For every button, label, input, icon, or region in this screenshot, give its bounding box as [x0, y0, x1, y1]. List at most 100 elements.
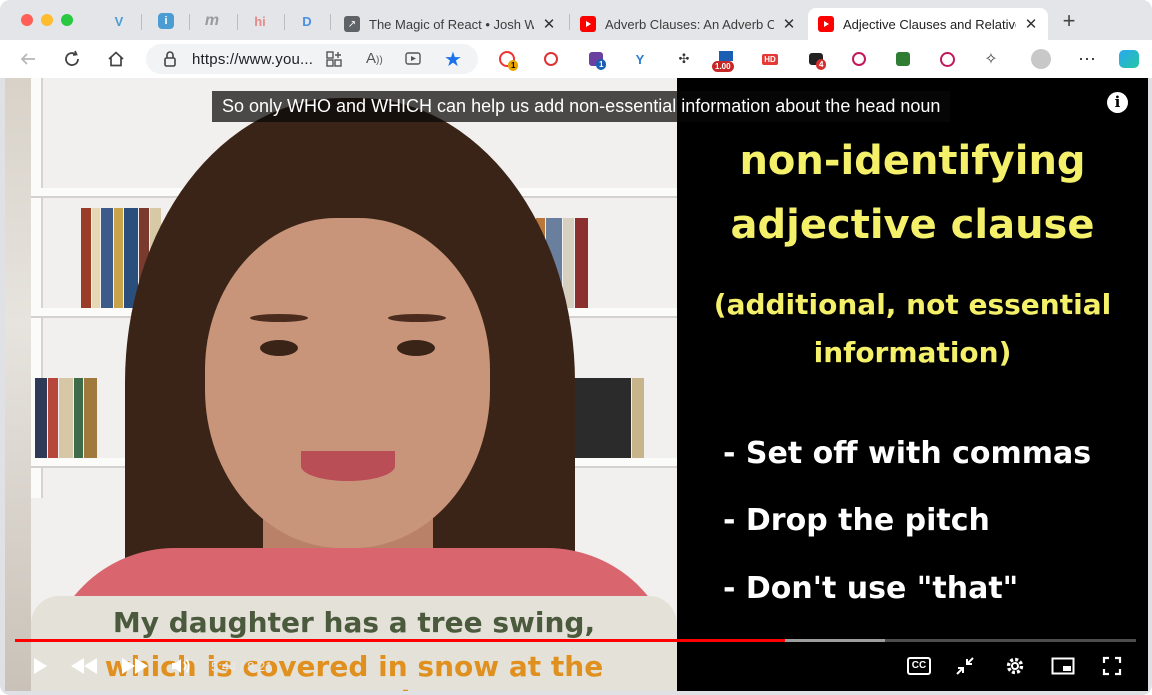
menu-button[interactable]: ⋯: [1077, 49, 1097, 69]
progress-played: [15, 639, 786, 642]
extension-button-1[interactable]: 1: [497, 49, 519, 71]
hd-icon: HD: [762, 53, 778, 65]
reload-button[interactable]: [61, 48, 83, 70]
extension-badge: 4: [816, 59, 827, 70]
close-window-button[interactable]: [21, 14, 33, 26]
info-icon: i: [158, 13, 174, 29]
extension-button-9[interactable]: [893, 49, 913, 69]
burned-subtitle-line1: My daughter has a tree swing,: [112, 606, 596, 639]
slide-bullet: - Drop the pitch: [723, 503, 990, 538]
close-icon[interactable]: ✕: [542, 15, 556, 33]
miniplayer-icon: [1051, 657, 1075, 675]
back-arrow-icon: [20, 53, 35, 65]
maximize-window-button[interactable]: [61, 14, 73, 26]
pinned-tab-info[interactable]: i: [157, 12, 175, 30]
closed-caption: So only WHO and WHICH can help us add no…: [212, 91, 951, 122]
speed-icon: [719, 51, 733, 61]
hi-icon: hi: [254, 13, 266, 29]
tab-separator: [237, 14, 238, 30]
speed-extension-button[interactable]: 1.00: [712, 49, 736, 72]
slide-bullet: - Set off with commas: [723, 436, 1092, 471]
miniplayer-button[interactable]: [1050, 654, 1076, 678]
person-eye: [397, 340, 435, 356]
rewind-icon: [71, 658, 97, 674]
new-tab-button[interactable]: +: [1058, 10, 1080, 33]
lock-icon[interactable]: [162, 50, 178, 68]
slide-bullet: - Don't use "that": [723, 571, 1019, 606]
slide-subtitle-line1: (additional, not essential: [713, 288, 1112, 321]
apps-grid-icon[interactable]: [325, 50, 343, 68]
miniplayer-exit-button[interactable]: [953, 654, 977, 678]
extension-badge: 1: [596, 59, 607, 70]
info-icon[interactable]: i: [1107, 92, 1128, 113]
extension-button-4[interactable]: Y: [630, 49, 650, 69]
play-button[interactable]: [29, 654, 51, 678]
avatar: [1031, 49, 1051, 69]
play-circle-icon: [939, 51, 955, 67]
close-icon[interactable]: ✕: [1024, 15, 1038, 33]
volume-icon: [172, 658, 190, 674]
person-eye: [260, 340, 298, 356]
person-brow: [388, 314, 446, 322]
lesson-slide: non-identifying adjective clause (additi…: [677, 78, 1148, 691]
fullscreen-button[interactable]: [1100, 654, 1124, 678]
time-display: 5:44 / 8:21: [211, 659, 273, 674]
extension-button-7[interactable]: 4: [806, 49, 827, 70]
settings-button[interactable]: [1003, 654, 1027, 678]
extension-button-10[interactable]: [937, 49, 957, 69]
vimeo-extension-icon: Y: [635, 51, 645, 67]
tab-title: Adverb Clauses: An Adverb Cla: [605, 16, 774, 32]
speed-badge: 1.00: [712, 61, 734, 72]
rewind-button[interactable]: [69, 654, 99, 678]
home-button[interactable]: [105, 48, 127, 70]
fullscreen-icon: [1102, 656, 1122, 676]
extension-button-2[interactable]: [541, 49, 561, 69]
tab-title: The Magic of React • Josh W C: [369, 16, 534, 32]
url-text[interactable]: https://www.you...: [192, 51, 313, 68]
picture-player-icon[interactable]: [404, 50, 422, 68]
person-brow: [250, 314, 308, 322]
gear-icon: [1006, 657, 1024, 675]
extension-button-8[interactable]: [849, 49, 869, 69]
copilot-button[interactable]: [1119, 49, 1139, 69]
tab-separator: [189, 14, 190, 30]
minimize-window-button[interactable]: [41, 14, 53, 26]
reload-icon: [65, 50, 79, 66]
vimeo-icon: V: [114, 13, 124, 29]
pinned-tab-d[interactable]: D: [298, 12, 316, 30]
progress-bar[interactable]: [15, 639, 1136, 642]
read-aloud-icon[interactable]: A)): [366, 50, 383, 67]
close-icon[interactable]: ✕: [782, 15, 796, 33]
pinned-tab-medium[interactable]: m: [203, 12, 221, 30]
captions-button[interactable]: CC: [906, 654, 932, 678]
pinned-tab-vimeo[interactable]: V: [110, 12, 128, 30]
extension-button-5[interactable]: ✣: [674, 49, 694, 69]
video-camera-icon: [852, 52, 866, 66]
slide-title-line1: non-identifying: [739, 138, 1086, 184]
pinned-tab-hi[interactable]: hi: [251, 12, 269, 30]
more-dots-icon: ⋯: [1078, 48, 1096, 69]
tab-adjective-clauses[interactable]: Adjective Clauses and Relative ✕: [808, 8, 1048, 40]
fast-forward-button[interactable]: [120, 654, 150, 678]
tab-separator: [284, 14, 285, 30]
tab-title: Adjective Clauses and Relative: [843, 16, 1016, 32]
download-box-icon: [896, 52, 910, 66]
profile-button[interactable]: [1031, 49, 1051, 69]
hd-extension-button[interactable]: HD: [760, 49, 780, 69]
slide-title-line2: adjective clause: [730, 202, 1095, 248]
tab-bar: V i m hi D ↗ The Magic of React • Josh W…: [0, 0, 1152, 40]
tab-magic-of-react[interactable]: ↗ The Magic of React • Josh W C ✕: [334, 8, 566, 40]
youtube-icon: [818, 16, 834, 32]
tab-adverb-clauses[interactable]: Adverb Clauses: An Adverb Cla ✕: [570, 8, 806, 40]
person-face: [205, 218, 490, 548]
extension-button-3[interactable]: 1: [586, 49, 607, 70]
copilot-icon: [1119, 50, 1139, 68]
favorite-star-icon[interactable]: ★: [444, 47, 462, 72]
play-icon: [34, 658, 47, 674]
video-player[interactable]: My daughter has a tree swing, which is c…: [5, 78, 1148, 691]
extensions-menu-button[interactable]: ✧: [981, 49, 1001, 69]
back-button[interactable]: [17, 48, 39, 70]
slide-subtitle-line2: information): [813, 336, 1012, 369]
home-icon: [108, 51, 124, 67]
volume-button[interactable]: [169, 654, 193, 678]
